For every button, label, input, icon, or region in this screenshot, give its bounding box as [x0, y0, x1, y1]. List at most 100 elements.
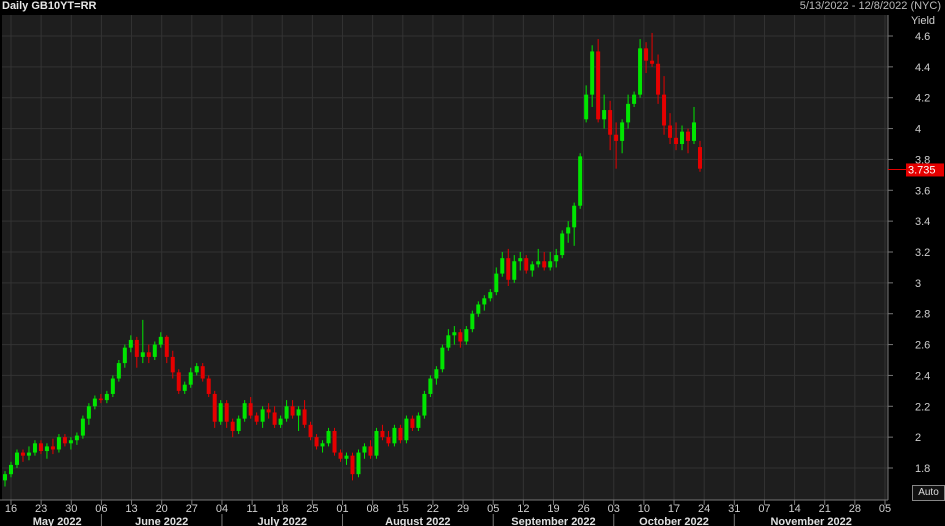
x-tick-label: 05	[487, 503, 499, 515]
candle-body	[632, 94, 637, 104]
candle-body	[62, 437, 67, 444]
candle-body	[284, 406, 289, 419]
candle-body	[662, 94, 667, 126]
y-axis-ticks: 1.822.22.42.62.833.23.43.63.844.24.44.6	[888, 31, 930, 475]
candle-body	[374, 430, 379, 456]
x-tick-label: 24	[698, 503, 710, 515]
candle-body	[320, 443, 325, 447]
y-tick-label: 3.6	[915, 185, 930, 197]
candle-body	[602, 110, 607, 120]
candle-body	[554, 255, 559, 262]
candle-body	[434, 369, 439, 379]
candle-body	[248, 403, 253, 416]
candle-body	[206, 378, 211, 394]
x-tick-label: 22	[427, 503, 439, 515]
x-tick-label: 27	[186, 503, 198, 515]
y-tick-label: 4.4	[915, 62, 930, 74]
y-tick-label: 2.8	[915, 309, 930, 321]
y-tick-label: 2.2	[915, 401, 930, 413]
x-month-label: July 2022	[257, 516, 307, 526]
candle-body	[464, 329, 469, 342]
candle-body	[146, 352, 151, 357]
y-tick-label: 3.4	[915, 216, 930, 228]
candle-body	[302, 409, 307, 425]
candle-body	[8, 464, 13, 475]
candle-body	[56, 437, 61, 450]
candle-body	[296, 409, 301, 416]
candle-body	[608, 110, 613, 135]
candle-body	[626, 103, 631, 123]
y-tick-label: 3.2	[915, 247, 930, 259]
x-tick-label: 12	[517, 503, 529, 515]
x-tick-label: 18	[276, 503, 288, 515]
candle-body	[200, 366, 205, 379]
candle-body	[416, 415, 421, 428]
candle-body	[164, 336, 169, 357]
candle-body	[176, 372, 181, 391]
x-tick-label: 31	[728, 503, 740, 515]
candle-body	[512, 261, 517, 280]
candle-body	[224, 403, 229, 422]
y-tick-label: 4.6	[915, 31, 930, 43]
x-month-label: May 2022	[33, 516, 82, 526]
candle-body	[638, 48, 643, 95]
x-tick-label: 03	[608, 503, 620, 515]
candle-body	[572, 205, 577, 228]
auto-scale-button[interactable]: Auto	[912, 485, 945, 501]
candle-body	[218, 403, 223, 422]
candle-body	[428, 378, 433, 394]
x-tick-label: 23	[35, 503, 47, 515]
candle-body	[446, 335, 451, 348]
plot-area[interactable]	[2, 15, 888, 500]
candle-body	[524, 258, 529, 271]
x-tick-label: 05	[879, 503, 891, 515]
candle-body	[536, 261, 541, 265]
candle-body	[398, 427, 403, 441]
x-tick-label: 16	[5, 503, 17, 515]
candle-body	[68, 440, 73, 444]
x-tick-label: 13	[125, 503, 137, 515]
candle-body	[668, 125, 673, 138]
candlestick-chart[interactable]: 1.822.22.42.62.833.23.43.63.844.24.44.6 …	[0, 0, 945, 526]
x-tick-label: 26	[577, 503, 589, 515]
candle-body	[110, 378, 115, 394]
candle-body	[698, 147, 702, 169]
candle-body	[326, 430, 331, 444]
candle-body	[344, 455, 349, 459]
y-tick-label: 2.4	[915, 370, 930, 382]
y-tick-label: 2	[915, 432, 921, 444]
candle-body	[488, 292, 493, 299]
candle-body	[236, 418, 241, 431]
candle-body	[368, 446, 373, 456]
candle-body	[272, 412, 277, 425]
x-tick-label: 14	[788, 503, 800, 515]
candle-body	[242, 403, 247, 419]
candle-body	[314, 437, 319, 447]
x-tick-label: 30	[65, 503, 77, 515]
x-tick-label: 28	[849, 503, 861, 515]
candle-body	[80, 418, 85, 436]
x-month-label: November 2022	[770, 516, 851, 526]
candle-body	[44, 446, 49, 452]
candle-body	[260, 409, 265, 422]
candle-body	[470, 313, 475, 330]
candle-body	[422, 393, 427, 416]
candle-body	[3, 474, 7, 481]
x-tick-label: 07	[758, 503, 770, 515]
candle-body	[362, 446, 367, 453]
candle-body	[116, 363, 121, 379]
candle-body	[518, 258, 523, 262]
x-month-label: October 2022	[639, 516, 709, 526]
candle-body	[404, 418, 409, 441]
candle-body	[92, 398, 97, 407]
candle-body	[584, 94, 589, 120]
candle-body	[212, 393, 217, 422]
candle-body	[566, 227, 571, 234]
candle-body	[506, 258, 511, 280]
candle-body	[188, 372, 193, 385]
x-tick-label: 04	[216, 503, 228, 515]
candle-body	[692, 122, 697, 141]
candle-body	[290, 406, 295, 416]
candle-body	[152, 344, 157, 357]
candle-body	[560, 233, 565, 256]
